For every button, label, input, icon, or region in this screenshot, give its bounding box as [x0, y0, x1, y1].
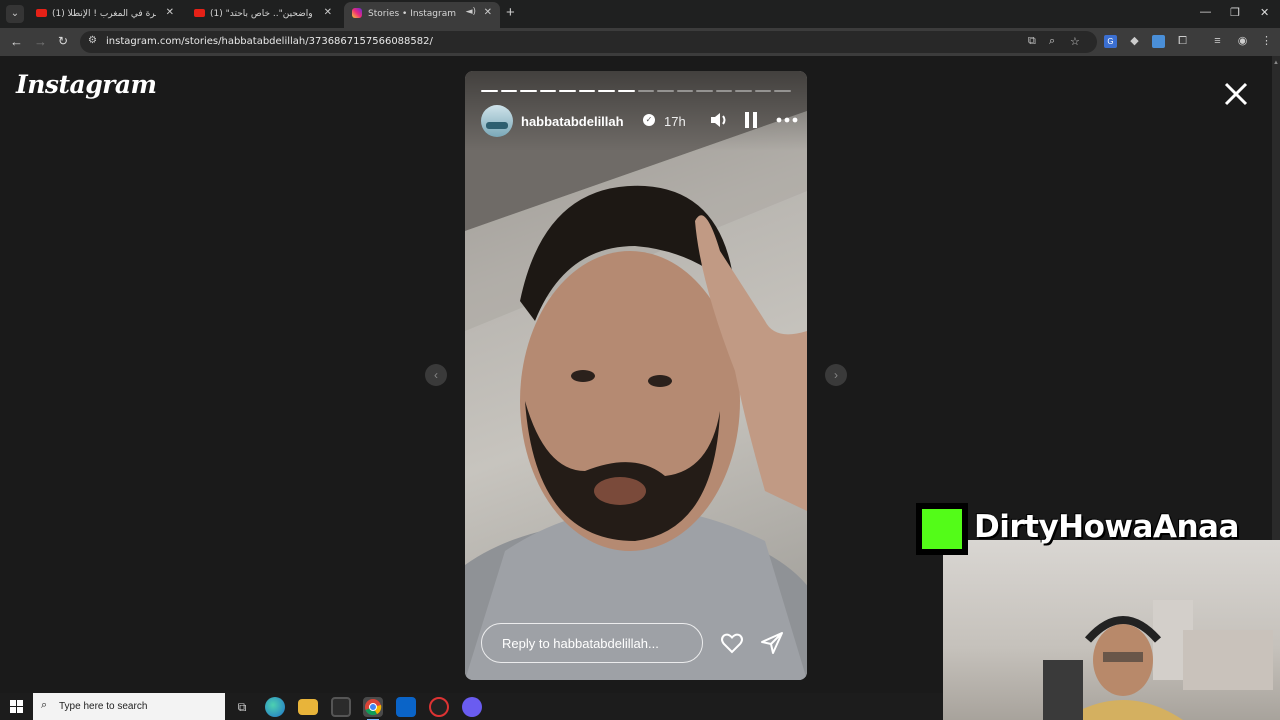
browser-tab-strip: ⌄ (1) لأول مرة في المغرب ! الإنطلا ✕ (1)…: [0, 0, 1280, 28]
menu-kebab-icon[interactable]: ⋮: [1260, 35, 1273, 48]
url-text[interactable]: instagram.com/stories/habbatabdelillah/3…: [106, 36, 433, 47]
next-story-button[interactable]: ›: [825, 364, 847, 386]
profile-icon[interactable]: ◉: [1236, 35, 1249, 48]
instagram-icon: [352, 8, 362, 18]
instagram-logo[interactable]: Instagram: [16, 70, 157, 99]
discord-icon[interactable]: [462, 697, 482, 717]
story-progress-segment: [578, 90, 596, 92]
more-options-icon[interactable]: [776, 109, 798, 131]
tab-search-button[interactable]: ⌄: [6, 5, 24, 23]
chrome-taskbar-button[interactable]: [363, 697, 383, 720]
story-progress-segment: [637, 90, 655, 92]
scroll-up-icon[interactable]: ▲: [1273, 60, 1279, 66]
file-explorer-icon[interactable]: [298, 699, 318, 715]
streamer-name: DirtyHowaAnaa: [974, 509, 1239, 545]
reply-placeholder: Reply to habbatabdelillah...: [502, 636, 659, 651]
story-progress-segment: [539, 90, 557, 92]
story-progress-segment: [774, 90, 791, 92]
story-progress-segment: [754, 90, 772, 92]
webcam-feed: [1043, 600, 1273, 720]
story-progress-segment: [559, 90, 576, 92]
extensions-puzzle-icon[interactable]: ⧠: [1176, 35, 1189, 48]
zoom-icon[interactable]: ⌕: [1049, 35, 1055, 48]
story-progress-segment: [657, 90, 674, 92]
browser-tab-3[interactable]: Stories • Instagram ◄) ✕: [344, 2, 500, 28]
reply-input[interactable]: Reply to habbatabdelillah...: [481, 623, 703, 663]
heart-icon[interactable]: [720, 631, 744, 655]
youtube-icon: [194, 9, 205, 17]
new-tab-button[interactable]: +: [506, 4, 515, 21]
tab-close-icon[interactable]: ✕: [166, 7, 174, 18]
story-progress-bar: [481, 90, 791, 92]
tab-title: Stories • Instagram: [368, 9, 456, 19]
extension-blue-icon[interactable]: [1152, 35, 1165, 48]
close-window-icon[interactable]: ✕: [1260, 6, 1269, 19]
send-icon[interactable]: [760, 631, 784, 655]
browser-toolbar: ← → ↻ ⚙ instagram.com/stories/habbatabde…: [0, 28, 1280, 56]
install-app-icon[interactable]: ⧉: [1028, 35, 1036, 48]
task-view-icon[interactable]: ⧉: [232, 697, 252, 717]
story-username[interactable]: habbatabdelillah: [521, 114, 624, 129]
windows-start-icon[interactable]: [10, 700, 23, 713]
story-progress-segment: [696, 90, 713, 92]
tab-title: (1) "تكونو واضحين".. خاص باحتد: [210, 9, 314, 19]
story-progress-segment: [500, 90, 518, 92]
story-age: 17h: [664, 114, 686, 129]
browser-tab-2[interactable]: (1) "تكونو واضحين".. خاص باحتد ✕: [186, 3, 340, 25]
streamer-banner: DirtyHowaAnaa: [916, 503, 1280, 555]
kick-logo-icon: [916, 503, 968, 555]
speaker-icon[interactable]: ◄): [466, 7, 476, 17]
browser-tab-1[interactable]: (1) لأول مرة في المغرب ! الإنطلا ✕: [28, 3, 182, 25]
story-progress-segment: [715, 90, 733, 92]
story-video: [465, 71, 807, 680]
microsoft-store-icon[interactable]: [331, 697, 351, 717]
reload-icon[interactable]: ↻: [58, 34, 68, 48]
close-icon[interactable]: [1222, 80, 1250, 108]
taskbar-search-placeholder: Type here to search: [59, 701, 148, 712]
translate-extension-icon[interactable]: G: [1104, 35, 1117, 48]
obs-icon[interactable]: [429, 697, 449, 717]
bookmark-star-icon[interactable]: ☆: [1070, 35, 1080, 48]
story-header: habbatabdelillah ✓ 17h: [481, 105, 798, 137]
taskbar-search-box[interactable]: ⌕ Type here to search: [33, 693, 225, 720]
chrome-icon: [365, 699, 382, 716]
minimize-icon[interactable]: —: [1200, 6, 1211, 18]
story-progress-segment: [676, 90, 694, 92]
windows-taskbar: ⌕ Type here to search ⧉: [0, 693, 943, 720]
back-arrow-icon[interactable]: ←: [10, 34, 23, 49]
extension-diamond-icon[interactable]: ◆: [1128, 35, 1141, 48]
story-viewer[interactable]: habbatabdelillah ✓ 17h Reply to habbatab…: [465, 71, 807, 680]
restore-icon[interactable]: ❐: [1230, 6, 1240, 19]
previous-story-button[interactable]: ‹: [425, 364, 447, 386]
forward-arrow-icon[interactable]: →: [34, 34, 47, 49]
reading-list-icon[interactable]: ≡: [1211, 35, 1224, 48]
volume-icon[interactable]: [708, 109, 730, 131]
edge-icon[interactable]: [265, 697, 285, 717]
outlook-icon[interactable]: [396, 697, 416, 717]
tab-close-icon[interactable]: ✕: [324, 7, 332, 18]
avatar[interactable]: [481, 105, 513, 137]
youtube-icon: [36, 9, 47, 17]
tab-close-icon[interactable]: ✕: [484, 7, 492, 18]
site-info-icon[interactable]: ⚙: [88, 35, 97, 46]
story-progress-segment: [617, 90, 635, 92]
verified-badge-icon: ✓: [643, 114, 655, 126]
pause-icon[interactable]: [740, 109, 762, 131]
search-icon: ⌕: [41, 699, 48, 711]
story-progress-segment: [735, 90, 752, 92]
story-progress-segment: [520, 90, 537, 92]
story-progress-segment: [598, 90, 615, 92]
tab-title: (1) لأول مرة في المغرب ! الإنطلا: [52, 9, 156, 19]
story-progress-segment: [481, 90, 498, 92]
webcam-overlay: [943, 540, 1280, 720]
address-bar[interactable]: ⚙ instagram.com/stories/habbatabdelillah…: [80, 31, 1097, 53]
